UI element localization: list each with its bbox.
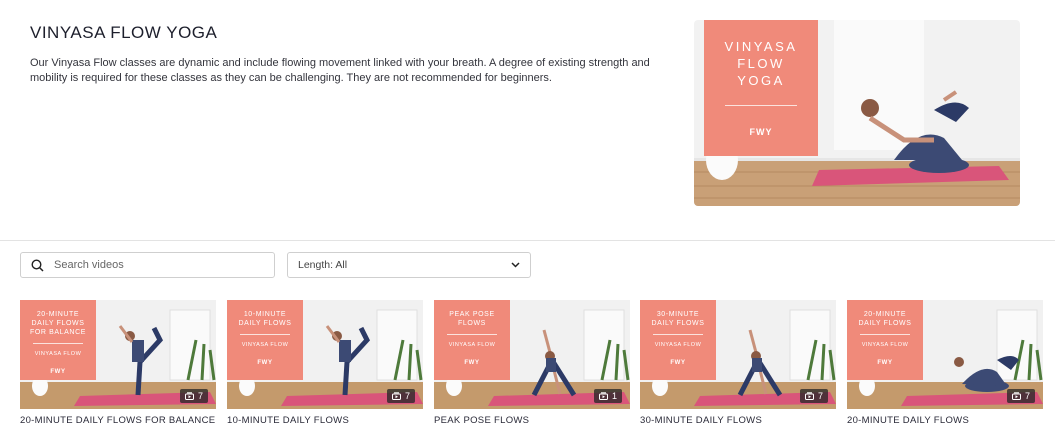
thumbnail-overlay-subtitle: VINYASA FLOW bbox=[241, 342, 289, 348]
search-icon bbox=[31, 258, 44, 272]
video-card[interactable]: 30-MINUTE DAILY FLOWS VINYASA FLOW FWY 7 30-… bbox=[640, 300, 836, 426]
video-count-badge: 7 bbox=[179, 389, 208, 403]
length-select-value: Length: All bbox=[298, 259, 348, 271]
section-divider bbox=[0, 240, 1055, 241]
search-box[interactable] bbox=[20, 252, 275, 278]
video-count: 7 bbox=[404, 391, 410, 401]
page: VINYASA FLOW YOGA Our Vinyasa Flow class… bbox=[0, 0, 1055, 437]
hero-overlay-rule bbox=[725, 105, 797, 106]
thumbnail-overlay-subtitle: VINYASA FLOW bbox=[654, 342, 702, 348]
video-card-title[interactable]: 20-MINUTE DAILY FLOWS FOR BALANCE bbox=[20, 415, 216, 426]
video-count: 7 bbox=[197, 391, 203, 401]
thumbnail-overlay-box: 20-MINUTE DAILY FLOWS FOR BALANCE VINYASA… bbox=[20, 300, 96, 380]
video-stack-icon bbox=[598, 392, 608, 400]
thumbnail-overlay-box: 20-MINUTE DAILY FLOWS VINYASA FLOW FWY bbox=[847, 300, 923, 380]
thumbnail-overlay-title: 10-MINUTE DAILY FLOWS bbox=[238, 311, 292, 327]
hero-overlay-logo: FWY bbox=[749, 127, 773, 137]
video-count-badge: 7 bbox=[799, 389, 828, 403]
thumbnail-overlay-logo: FWY bbox=[464, 360, 480, 366]
page-title: VINYASA FLOW YOGA bbox=[30, 23, 218, 42]
thumbnail-overlay-box: PEAK POSE FLOWS VINYASA FLOW FWY bbox=[434, 300, 510, 380]
video-count: 7 bbox=[817, 391, 823, 401]
video-thumbnail[interactable]: 20-MINUTE DAILY FLOWS VINYASA FLOW FWY 7 bbox=[847, 300, 1043, 409]
thumbnail-overlay-logo: FWY bbox=[257, 360, 273, 366]
video-thumbnail[interactable]: 20-MINUTE DAILY FLOWS FOR BALANCE VINYASA… bbox=[20, 300, 216, 409]
thumbnail-overlay-rule bbox=[653, 334, 703, 335]
video-count-badge: 7 bbox=[1006, 389, 1035, 403]
thumbnail-overlay-subtitle: VINYASA FLOW bbox=[861, 342, 909, 348]
video-card[interactable]: 20-MINUTE DAILY FLOWS FOR BALANCE VINYASA… bbox=[20, 300, 216, 426]
thumbnail-overlay-rule bbox=[860, 334, 910, 335]
video-card-title[interactable]: 20-MINUTE DAILY FLOWS bbox=[847, 415, 1043, 426]
video-count-badge: 1 bbox=[593, 389, 622, 403]
video-stack-icon bbox=[1011, 392, 1021, 400]
thumbnail-overlay-title: PEAK POSE FLOWS bbox=[449, 311, 495, 327]
thumbnail-overlay-logo: FWY bbox=[670, 360, 686, 366]
video-thumbnail[interactable]: PEAK POSE FLOWS VINYASA FLOW FWY 1 bbox=[434, 300, 630, 409]
video-card[interactable]: PEAK POSE FLOWS VINYASA FLOW FWY 1 PEAK POSE… bbox=[434, 300, 630, 426]
thumbnail-overlay-title: 20-MINUTE DAILY FLOWS FOR BALANCE bbox=[30, 311, 86, 336]
thumbnail-overlay-logo: FWY bbox=[877, 360, 893, 366]
thumbnail-overlay-rule bbox=[33, 343, 83, 344]
thumbnail-overlay-subtitle: VINYASA FLOW bbox=[448, 342, 496, 348]
video-thumbnail[interactable]: 30-MINUTE DAILY FLOWS VINYASA FLOW FWY 7 bbox=[640, 300, 836, 409]
thumbnail-overlay-rule bbox=[240, 334, 290, 335]
video-card-title[interactable]: 10-MINUTE DAILY FLOWS bbox=[227, 415, 423, 426]
video-card-title[interactable]: 30-MINUTE DAILY FLOWS bbox=[640, 415, 836, 426]
video-count: 1 bbox=[611, 391, 617, 401]
thumbnail-overlay-box: 30-MINUTE DAILY FLOWS VINYASA FLOW FWY bbox=[640, 300, 716, 380]
chevron-down-icon bbox=[511, 262, 520, 268]
video-thumbnail[interactable]: 10-MINUTE DAILY FLOWS VINYASA FLOW FWY 7 bbox=[227, 300, 423, 409]
video-stack-icon bbox=[391, 392, 401, 400]
hero-image: VINYASA FLOW YOGA FWY bbox=[694, 20, 1020, 206]
thumbnail-overlay-title: 20-MINUTE DAILY FLOWS bbox=[858, 311, 912, 327]
video-count-badge: 7 bbox=[386, 389, 415, 403]
thumbnail-overlay-title: 30-MINUTE DAILY FLOWS bbox=[651, 311, 705, 327]
search-input[interactable] bbox=[54, 259, 254, 271]
thumbnail-overlay-rule bbox=[447, 334, 497, 335]
video-card[interactable]: 20-MINUTE DAILY FLOWS VINYASA FLOW FWY 7 20-… bbox=[847, 300, 1043, 426]
video-card-title[interactable]: PEAK POSE FLOWS bbox=[434, 415, 630, 426]
video-card[interactable]: 10-MINUTE DAILY FLOWS VINYASA FLOW FWY 7 10-… bbox=[227, 300, 423, 426]
length-select[interactable]: Length: All bbox=[287, 252, 531, 278]
hero-overlay-title: VINYASA FLOW YOGA bbox=[724, 39, 798, 88]
hero-overlay-box: VINYASA FLOW YOGA FWY bbox=[704, 20, 818, 156]
thumbnail-overlay-logo: FWY bbox=[50, 369, 66, 375]
video-count: 7 bbox=[1024, 391, 1030, 401]
thumbnail-overlay-box: 10-MINUTE DAILY FLOWS VINYASA FLOW FWY bbox=[227, 300, 303, 380]
video-stack-icon bbox=[804, 392, 814, 400]
video-stack-icon bbox=[184, 392, 194, 400]
page-description: Our Vinyasa Flow classes are dynamic and… bbox=[30, 57, 650, 84]
thumbnail-overlay-subtitle: VINYASA FLOW bbox=[34, 351, 82, 357]
